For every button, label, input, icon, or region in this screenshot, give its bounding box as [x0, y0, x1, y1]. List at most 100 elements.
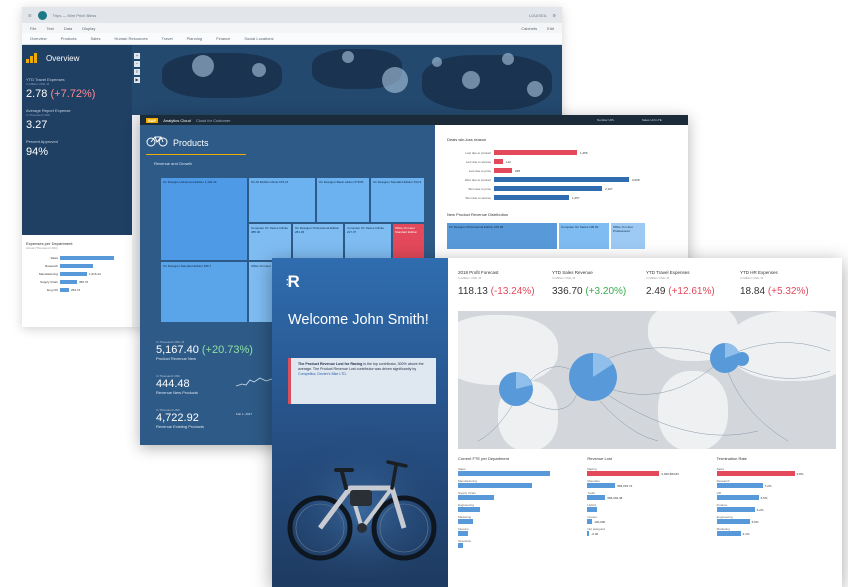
- treemap-tile[interactable]: Computer On Series Infinite 217.37: [344, 223, 392, 261]
- bar[interactable]: [458, 471, 550, 476]
- np-block[interactable]: Computer On Series 105.00: [559, 223, 609, 249]
- bar-row[interactable]: Manufacturing 1,015.44: [26, 270, 128, 278]
- bar[interactable]: [458, 519, 473, 524]
- bar-row[interactable]: Sales: [26, 254, 128, 262]
- treemap-tile[interactable]: On Designer Standard Edition 512.9: [370, 177, 425, 223]
- bar[interactable]: [60, 264, 93, 268]
- kpi-product-revenue[interactable]: In Thousand USD, M 5,167.40 (+20.73%) Pr…: [156, 340, 253, 361]
- tab-planning[interactable]: Planning: [187, 36, 203, 41]
- kpi-travel-expenses[interactable]: YTD Travel Expenses In Million USD, M 2.…: [646, 270, 740, 310]
- menu-data[interactable]: Data: [64, 26, 72, 31]
- bar-row[interactable]: Engineering: [458, 503, 577, 512]
- bubble-map[interactable]: [132, 45, 562, 115]
- bar-row[interactable]: Research: [26, 262, 128, 270]
- bar[interactable]: [458, 507, 480, 512]
- bar[interactable]: [494, 177, 629, 182]
- bar-row[interactable]: Won due to product 2,608: [447, 175, 676, 184]
- bar[interactable]: [587, 531, 590, 536]
- bar[interactable]: [716, 471, 795, 476]
- bar-row[interactable]: HR 6.5%: [716, 491, 836, 500]
- bar[interactable]: [587, 483, 616, 488]
- bar[interactable]: [494, 159, 503, 164]
- bar[interactable]: [587, 495, 606, 500]
- kpi-revenue-new-products[interactable]: In Thousand USD 444.48 Revenue New Produ…: [156, 374, 198, 395]
- map-bubble[interactable]: [342, 51, 354, 63]
- competitor-link[interactable]: Competitor, Dexter's Bike LTD.: [298, 372, 347, 376]
- pie-marker[interactable]: [568, 351, 618, 403]
- bar-row[interactable]: Marketing 4.1%: [716, 527, 836, 536]
- bar-row[interactable]: Sales 9.8%: [716, 467, 836, 476]
- treemap-tile[interactable]: On Designer Advanced Edition 1,129.43: [160, 177, 248, 261]
- bar[interactable]: [494, 150, 577, 155]
- kpi-revenue-existing-products[interactable]: In Thousand USD 4,722.92 Revenue Existin…: [156, 408, 204, 429]
- map-bubble[interactable]: [502, 53, 514, 65]
- bar-row[interactable]: Sales: [458, 467, 577, 476]
- kpi-profit-forecast[interactable]: 2018 Profit Forecast In Million USD, M 1…: [458, 270, 552, 310]
- treemap-tile[interactable]: Office On Hour Standard Edition: [392, 223, 425, 261]
- bar[interactable]: [458, 543, 463, 548]
- bar[interactable]: [60, 280, 77, 284]
- bar[interactable]: [716, 495, 759, 500]
- bar-row[interactable]: Lost due to price 238: [447, 166, 676, 175]
- tab-overview[interactable]: Overview: [30, 36, 47, 41]
- settings-icon[interactable]: ⚙: [552, 13, 556, 18]
- bar-row[interactable]: Lost due to service 112: [447, 157, 676, 166]
- map-bubble[interactable]: [432, 57, 442, 67]
- tab-products[interactable]: Products: [61, 36, 77, 41]
- bar[interactable]: [587, 471, 660, 476]
- bar-row[interactable]: Hybrid: [587, 503, 706, 512]
- menu-test[interactable]: Test: [46, 26, 53, 31]
- new-product-strip[interactable]: On Designer Professional Edition 203.28 …: [447, 223, 676, 249]
- bar-row[interactable]: Racing 3,020,584.84: [587, 467, 706, 476]
- flow-map[interactable]: [458, 311, 836, 449]
- kpi-sales-revenue[interactable]: YTD Sales Revenue In Million USD, M 336.…: [552, 270, 646, 310]
- bar-row[interactable]: Finance 6.2%: [716, 503, 836, 512]
- kpi-travel-expenses[interactable]: YTD Travel Expenses In Million USD, M 2.…: [26, 77, 128, 100]
- pie-marker[interactable]: [498, 369, 534, 409]
- bar[interactable]: [60, 272, 87, 276]
- bar-row[interactable]: Finance: [458, 527, 577, 536]
- bar[interactable]: [60, 256, 114, 260]
- treemap-tile[interactable]: On Designer Standard Edition 545.7: [160, 261, 248, 323]
- treemap-tile[interactable]: On Designer Basic edition 578.81: [316, 177, 370, 223]
- tab-human-resources[interactable]: Human Resources: [114, 36, 147, 41]
- bar[interactable]: [458, 495, 494, 500]
- minus-icon[interactable]: −: [134, 61, 140, 67]
- bar-row[interactable]: Not assigned -0.00: [587, 527, 706, 536]
- bar-row[interactable]: Marketing: [458, 515, 577, 524]
- bar[interactable]: [587, 519, 593, 524]
- tab-social-locations[interactable]: Social Locations: [244, 36, 273, 41]
- pie-marker[interactable]: [734, 351, 750, 367]
- bar[interactable]: [716, 483, 763, 488]
- bar[interactable]: [494, 195, 569, 200]
- bar[interactable]: [494, 186, 602, 191]
- map-bubble[interactable]: [252, 63, 266, 77]
- link-edit[interactable]: Edit: [547, 26, 554, 31]
- map-bubble[interactable]: [527, 81, 543, 97]
- map-bubble[interactable]: [192, 55, 214, 77]
- treemap-tile[interactable]: On Designer Professional Edition 281.36: [292, 223, 344, 261]
- bar[interactable]: [716, 519, 750, 524]
- map-bubble[interactable]: [382, 67, 408, 93]
- menu-file[interactable]: File: [30, 26, 36, 31]
- map-bubble[interactable]: [462, 71, 480, 89]
- np-block[interactable]: On Designer Professional Edition 203.28: [447, 223, 557, 249]
- link-cabinets[interactable]: Cabinets: [521, 26, 537, 31]
- bar-row[interactable]: Youth 596,004.48: [587, 491, 706, 500]
- bar[interactable]: [458, 483, 532, 488]
- tab-travel[interactable]: Travel: [162, 36, 173, 41]
- kpi-percent-approved[interactable]: Percent Approved 94%: [26, 139, 128, 158]
- menu-icon[interactable]: ☰: [28, 13, 32, 18]
- bar-row[interactable]: Won due to price 2,107: [447, 184, 676, 193]
- bar-row[interactable]: Operation: [458, 539, 577, 548]
- treemap-tile[interactable]: On All Mobile Infinite 676.21: [248, 177, 316, 223]
- bar-row[interactable]: Supply Chain: [458, 491, 577, 500]
- play-icon[interactable]: ▶: [134, 77, 140, 83]
- bar[interactable]: [716, 531, 741, 536]
- menu-display[interactable]: Display: [82, 26, 95, 31]
- plus-icon[interactable]: +: [134, 53, 140, 59]
- bar-row[interactable]: Mountain 866,015.72: [587, 479, 706, 488]
- layers-icon[interactable]: ≡: [134, 69, 140, 75]
- bar-row[interactable]: Lost due to product 1,456: [447, 148, 676, 157]
- user-name[interactable]: LOUISEA: [529, 13, 546, 18]
